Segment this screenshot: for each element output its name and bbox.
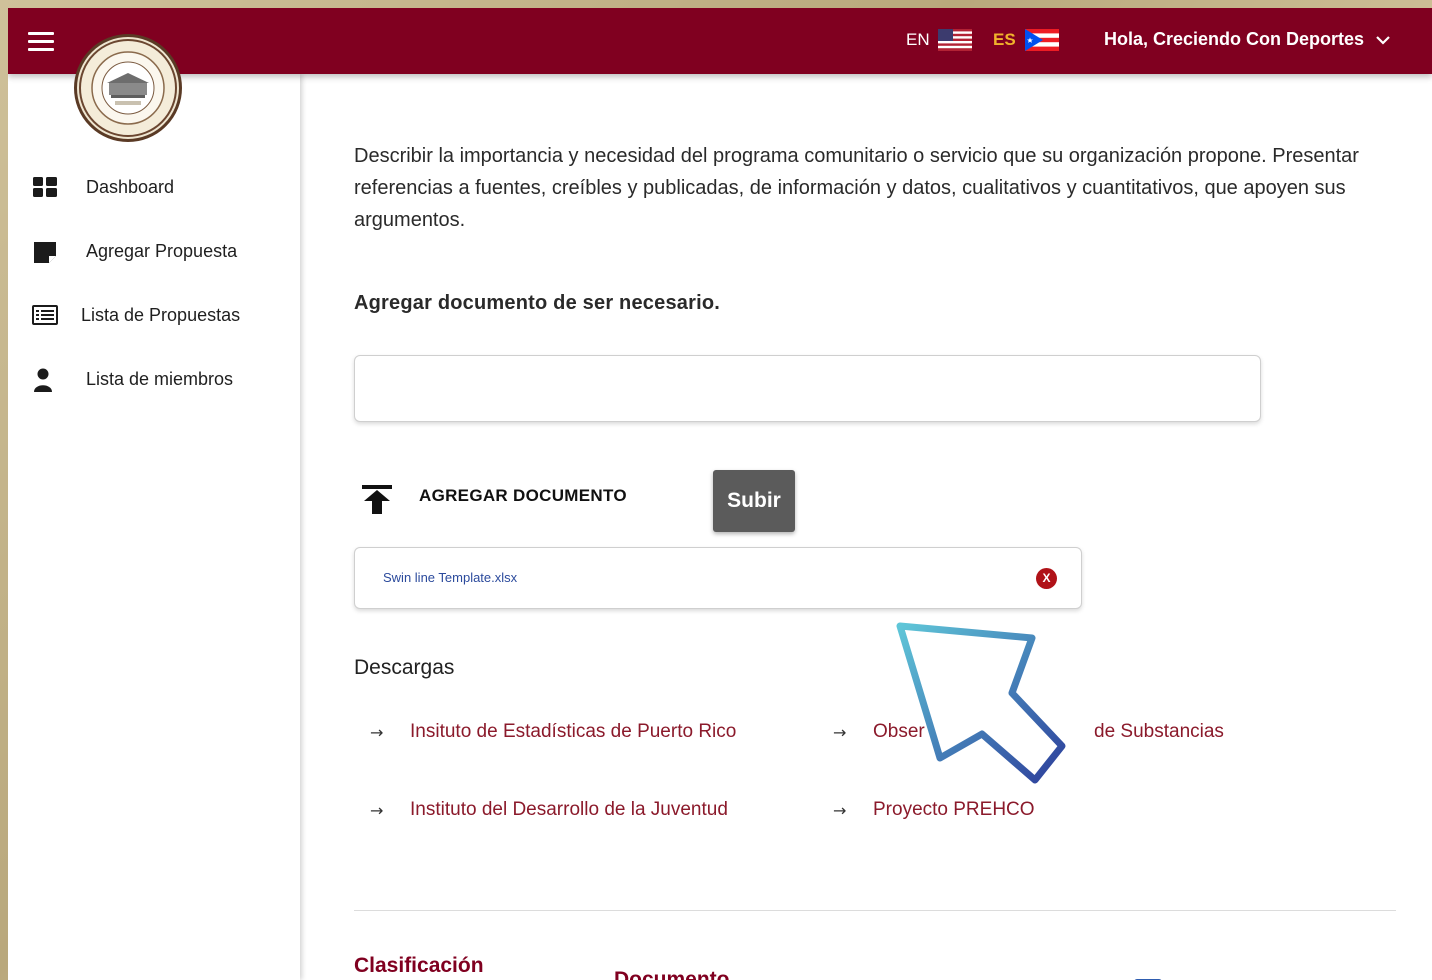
chevron-down-icon [1376, 36, 1390, 45]
sidebar-item-label: Lista de miembros [86, 369, 234, 389]
sidebar: Dashboard Agregar Propuesta Lista de Pro… [8, 74, 300, 980]
arrow-right-icon: → [833, 801, 847, 820]
sidebar-item-label: Lista de Propuestas [81, 305, 241, 325]
sidebar-item-lista-miembros[interactable]: Lista de miembros [8, 359, 300, 399]
mouse-cursor-overlay-icon [896, 622, 1066, 784]
download-link-label: Instituto del Desarrollo de la Juventud [410, 799, 728, 820]
lang-es-link[interactable]: ES [993, 30, 1016, 50]
downloads-heading: Descargas [354, 656, 455, 679]
hamburger-menu-icon[interactable] [28, 32, 54, 52]
upload-button[interactable]: Subir [713, 470, 795, 532]
us-flag-icon[interactable] [938, 29, 972, 51]
uploaded-file-name[interactable]: Swin line Template.xlsx [383, 570, 517, 585]
greeting-text: Hola, Creciendo Con Deportes [1104, 29, 1365, 49]
main-content: Describir la importancia y necesidad del… [300, 74, 1432, 980]
organization-seal-logo [74, 34, 182, 142]
sidebar-item-dashboard[interactable]: Dashboard [8, 167, 300, 207]
description-text: Describir la importancia y necesidad del… [354, 145, 1359, 231]
document-section-heading: Documento [614, 968, 730, 980]
document-notes-input[interactable] [354, 355, 1261, 422]
arrow-right-icon: → [833, 723, 847, 742]
sidebar-item-lista-propuestas[interactable]: Lista de Propuestas [8, 295, 300, 335]
dashboard-icon [33, 177, 57, 197]
sidebar-item-label: Dashboard [86, 177, 175, 197]
arrow-right-icon: → [370, 801, 384, 820]
download-link-label: Insituto de Estadísticas de Puerto Rico [410, 721, 737, 742]
sidebar-item-label: Agregar Propuesta [86, 241, 238, 261]
upload-icon[interactable] [360, 482, 394, 516]
uploaded-file-item: Swin line Template.xlsx X [354, 547, 1082, 609]
top-navbar: EN ES Hola, Creciendo Con Deportes [8, 8, 1432, 74]
list-icon [32, 305, 58, 325]
user-icon [34, 368, 52, 392]
note-icon [34, 242, 56, 263]
add-document-link[interactable]: AGREGAR DOCUMENTO [419, 486, 627, 506]
sidebar-item-agregar-propuesta[interactable]: Agregar Propuesta [8, 231, 300, 271]
document-heading: Agregar documento de ser necesario. [354, 292, 721, 314]
app-window: EN ES Hola, Creciendo Con Deportes Dashb… [8, 8, 1432, 980]
download-link-label: de Substancias [1094, 721, 1224, 742]
lang-en-link[interactable]: EN [906, 30, 930, 50]
pr-flag-icon[interactable] [1025, 29, 1059, 51]
user-menu-dropdown[interactable]: Hola, Creciendo Con Deportes [1104, 29, 1391, 50]
classification-heading: Clasificación [354, 954, 484, 977]
remove-file-button[interactable]: X [1036, 568, 1057, 589]
section-divider [354, 910, 1396, 911]
arrow-right-icon: → [370, 723, 384, 742]
